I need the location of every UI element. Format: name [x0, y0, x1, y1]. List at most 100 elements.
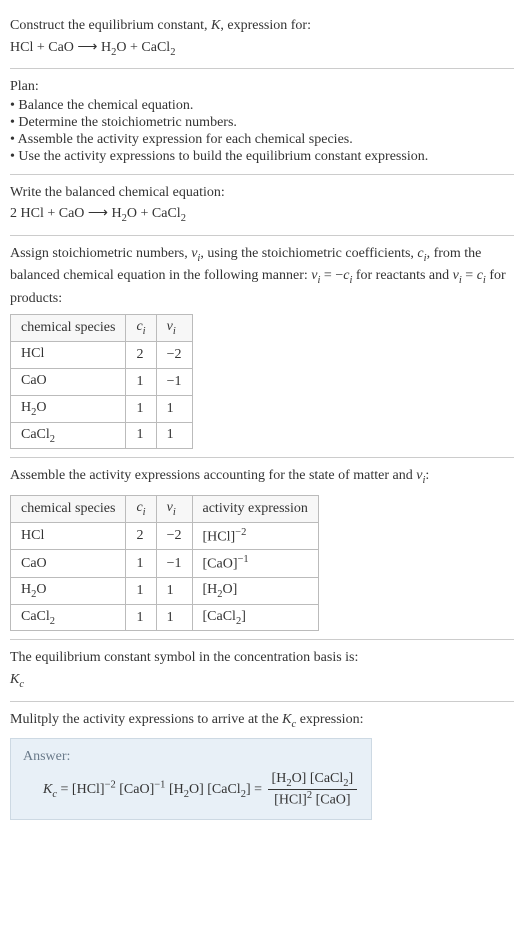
- sp: CaO: [21, 556, 47, 571]
- sp-sub: 2: [50, 615, 55, 626]
- cell-ci: 1: [126, 395, 156, 422]
- ax: [CaCl: [203, 609, 236, 624]
- ax: [HCl]: [203, 529, 236, 544]
- num-b: O] [CaCl: [292, 771, 344, 786]
- ans-hcl-sup: −2: [105, 779, 116, 790]
- beq-plus2: +: [137, 206, 152, 221]
- cell-ci: 1: [126, 368, 156, 395]
- plan-title: Plan:: [10, 77, 514, 97]
- den-a: [HCl]: [274, 793, 307, 808]
- col-species: chemical species: [11, 495, 126, 522]
- assign-t4: = −: [320, 268, 343, 283]
- cell-species: CaCl2: [11, 422, 126, 449]
- table-row: CaCl2 1 1 [CaCl2]: [11, 604, 319, 631]
- eq-plus2: +: [127, 40, 142, 55]
- section-balanced: Write the balanced chemical equation: 2 …: [10, 175, 514, 236]
- ax-sup: −1: [238, 554, 249, 565]
- table-row: H2O 1 1 [H2O]: [11, 577, 319, 604]
- ans-eq: =: [57, 782, 72, 797]
- eq-h2o-b: O: [116, 40, 126, 55]
- answer-box: Answer: Kc = [HCl]−2 [CaO]−1 [H2O] [CaCl…: [10, 738, 372, 819]
- mult-t1: Mulitply the activity expressions to arr…: [10, 712, 282, 727]
- kc-k: K: [10, 672, 19, 687]
- sym-i11: i: [173, 507, 176, 518]
- prompt-part1: Construct the equilibrium constant,: [10, 18, 211, 33]
- beq-cacl-sub: 2: [181, 213, 186, 224]
- cell-ci: 1: [126, 604, 156, 631]
- beq-cacl-a: CaCl: [152, 206, 181, 221]
- beq-h2o-a: H: [112, 206, 122, 221]
- sp: CaCl: [21, 427, 50, 442]
- plan-item: • Assemble the activity expression for e…: [10, 132, 514, 148]
- assign-t5: for reactants and: [352, 268, 452, 283]
- sp: H: [21, 400, 31, 415]
- ax: [CaO]: [203, 557, 238, 572]
- sp: HCl: [21, 528, 44, 543]
- ans-h2o-a: [H: [169, 782, 184, 797]
- beq-plus: +: [44, 206, 59, 221]
- ax-sup: −2: [235, 527, 246, 538]
- assemble-t2: :: [425, 468, 429, 483]
- cell-ci: 2: [126, 522, 156, 550]
- table-row: HCl 2 −2 [HCl]−2: [11, 522, 319, 550]
- col-nui: νi: [156, 495, 192, 522]
- unbalanced-equation: HCl + CaO ⟶ H2O + CaCl2: [10, 38, 514, 60]
- cell-nui: −1: [156, 368, 192, 395]
- ans-cao-sup: −1: [154, 779, 165, 790]
- table-row: CaCl2 1 1: [11, 422, 193, 449]
- beq-cao: CaO: [59, 206, 85, 221]
- sp-b: O: [36, 582, 46, 597]
- beq-coef: 2: [10, 206, 21, 221]
- cell-species: HCl: [11, 522, 126, 550]
- section-symbol: The equilibrium constant symbol in the c…: [10, 640, 514, 701]
- beq-hcl: HCl: [21, 206, 44, 221]
- cell-ci: 1: [126, 422, 156, 449]
- cell-species: CaCl2: [11, 604, 126, 631]
- beq-arrow: ⟶: [84, 206, 111, 221]
- ans-eq2: =: [251, 782, 266, 797]
- col-species: chemical species: [11, 315, 126, 342]
- num-a: [H: [272, 771, 287, 786]
- sp: CaCl: [21, 609, 50, 624]
- activity-table: chemical species ci νi activity expressi…: [10, 495, 319, 632]
- frac-numerator: [H2O] [CaCl2]: [268, 771, 358, 789]
- cell-activity: [HCl]−2: [192, 522, 318, 550]
- eq-arrow: ⟶: [74, 40, 101, 55]
- table-row: CaO 1 −1: [11, 368, 193, 395]
- cell-species: H2O: [11, 577, 126, 604]
- cell-activity: [H2O]: [192, 577, 318, 604]
- section-assign: Assign stoichiometric numbers, νi, using…: [10, 236, 514, 459]
- eq-h2o-a: H: [101, 40, 111, 55]
- frac-denominator: [HCl]2 [CaO]: [268, 789, 358, 809]
- table-header-row: chemical species ci νi activity expressi…: [11, 495, 319, 522]
- col-ci: ci: [126, 315, 156, 342]
- eq-cacl-a: CaCl: [141, 40, 170, 55]
- eq-hcl: HCl: [10, 40, 33, 55]
- plan-item: • Balance the chemical equation.: [10, 98, 514, 114]
- symbol-kc: Kc: [10, 670, 514, 692]
- sym-i8: i: [173, 326, 176, 337]
- cell-activity: [CaO]−1: [192, 550, 318, 578]
- balanced-equation: 2 HCl + CaO ⟶ H2O + CaCl2: [10, 204, 514, 226]
- cell-nui: 1: [156, 577, 192, 604]
- cell-activity: [CaCl2]: [192, 604, 318, 631]
- assemble-text: Assemble the activity expressions accoun…: [10, 466, 514, 488]
- cell-species: CaO: [11, 550, 126, 578]
- assemble-t1: Assemble the activity expressions accoun…: [10, 468, 416, 483]
- answer-label: Answer:: [23, 749, 359, 765]
- den-b: [CaO]: [312, 793, 351, 808]
- symbol-k: K: [211, 18, 220, 33]
- plan-item: • Use the activity expressions to build …: [10, 149, 514, 165]
- mult-t2: expression:: [296, 712, 363, 727]
- assign-t6: =: [462, 268, 477, 283]
- answer-fraction: [H2O] [CaCl2] [HCl]2 [CaO]: [268, 771, 358, 808]
- plan-list: • Balance the chemical equation. • Deter…: [10, 98, 514, 165]
- sym-i7: i: [143, 326, 146, 337]
- cell-nui: −1: [156, 550, 192, 578]
- assign-t1: Assign stoichiometric numbers,: [10, 246, 191, 261]
- prompt-part2: , expression for:: [220, 18, 311, 33]
- kc-k3: K: [43, 782, 52, 797]
- sp: CaO: [21, 373, 47, 388]
- num-c: ]: [349, 771, 354, 786]
- sp: H: [21, 582, 31, 597]
